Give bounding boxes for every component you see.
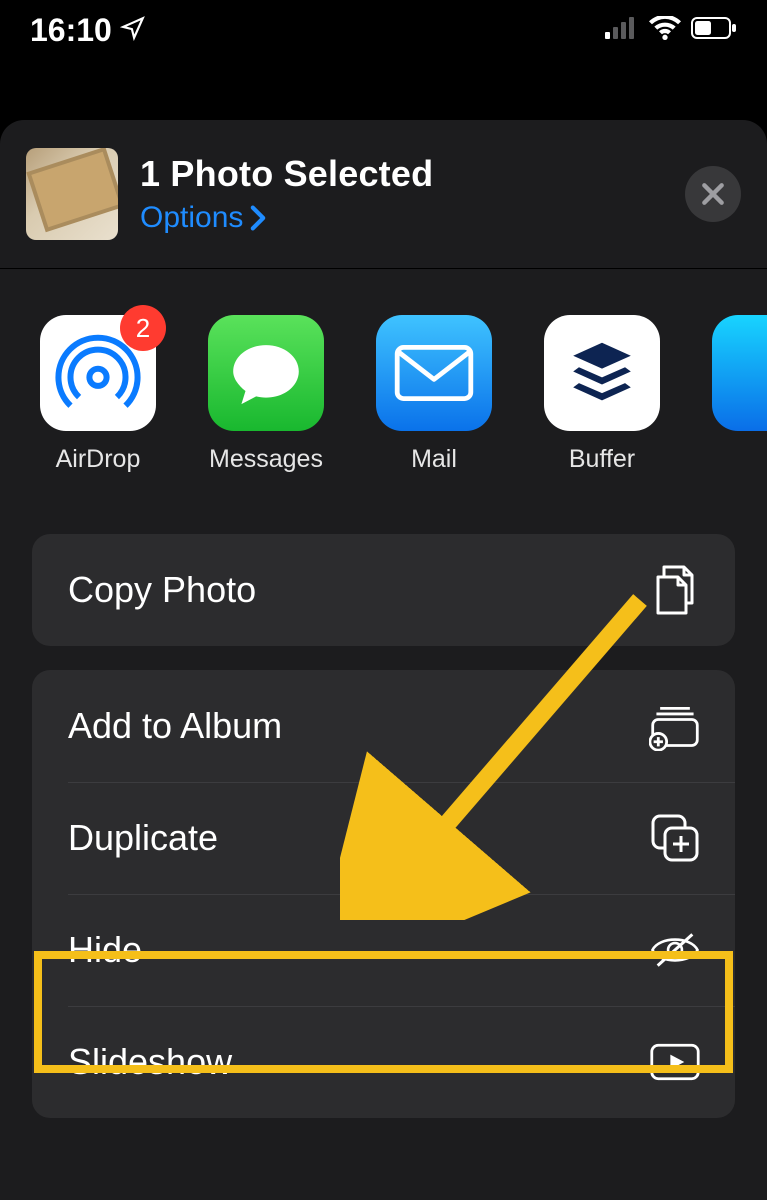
close-button[interactable] [685, 166, 741, 222]
options-link[interactable]: Options [140, 201, 685, 235]
action-group-2: Add to Album Duplicate Hide Slideshow [32, 670, 735, 1118]
status-right [605, 16, 737, 45]
app-label: Buffer [569, 445, 635, 474]
copy-icon [649, 564, 701, 616]
messages-icon [208, 315, 324, 431]
location-icon [120, 12, 146, 49]
slideshow-icon [649, 1036, 701, 1088]
app-messages[interactable]: Messages [208, 315, 324, 474]
sheet-header-text: 1 Photo Selected Options [140, 153, 685, 235]
share-apps-row[interactable]: 2 AirDrop Messages Mail Buffer [0, 269, 767, 510]
close-icon [700, 181, 726, 207]
action-slideshow[interactable]: Slideshow [32, 1006, 735, 1118]
wifi-icon [649, 16, 681, 45]
buffer-icon [544, 315, 660, 431]
actions-section: Copy Photo Add to Album Duplicate Hi [0, 534, 767, 1118]
status-bar: 16:10 [0, 0, 767, 60]
app-airdrop[interactable]: 2 AirDrop [40, 315, 156, 474]
action-label: Add to Album [68, 705, 282, 747]
action-label: Hide [68, 929, 142, 971]
action-label: Copy Photo [68, 569, 256, 611]
options-label: Options [140, 201, 243, 235]
chevron-right-icon [249, 205, 267, 231]
duplicate-icon [649, 812, 701, 864]
action-label: Slideshow [68, 1041, 232, 1083]
action-add-to-album[interactable]: Add to Album [32, 670, 735, 782]
mail-icon [376, 315, 492, 431]
battery-icon [691, 17, 737, 44]
airdrop-icon: 2 [40, 315, 156, 431]
action-copy-photo[interactable]: Copy Photo [32, 534, 735, 646]
sheet-title: 1 Photo Selected [140, 153, 685, 195]
action-hide[interactable]: Hide [32, 894, 735, 1006]
app-label: Messages [209, 445, 323, 474]
next-app-icon [712, 315, 767, 431]
app-mail[interactable]: Mail [376, 315, 492, 474]
sheet-header: 1 Photo Selected Options [0, 120, 767, 269]
action-label: Duplicate [68, 817, 218, 859]
action-duplicate[interactable]: Duplicate [32, 782, 735, 894]
album-add-icon [649, 700, 701, 752]
status-time: 16:10 [30, 12, 112, 49]
airdrop-badge: 2 [120, 305, 166, 351]
cellular-icon [605, 17, 639, 44]
app-next[interactable] [712, 315, 767, 474]
app-buffer[interactable]: Buffer [544, 315, 660, 474]
app-label: Mail [411, 445, 457, 474]
app-label: AirDrop [56, 445, 141, 474]
hide-icon [649, 924, 701, 976]
action-group-1: Copy Photo [32, 534, 735, 646]
photo-thumbnail[interactable] [26, 148, 118, 240]
status-left: 16:10 [30, 12, 146, 49]
share-sheet: 1 Photo Selected Options 2 AirDrop Messa… [0, 120, 767, 1200]
